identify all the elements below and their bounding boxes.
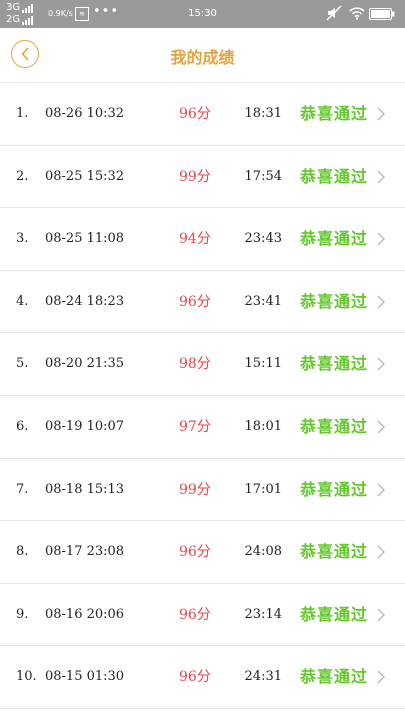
record-datetime: 08-15 01:30: [45, 669, 125, 685]
record-index: 5.: [16, 356, 29, 372]
record-datetime: 08-25 11:08: [45, 231, 125, 247]
record-index: 6.: [16, 418, 29, 434]
score-record[interactable]: 6. 08-19 10:07 97分 18:01 恭喜通过: [0, 396, 405, 459]
chevron-right-icon: [377, 545, 385, 559]
page-title: 我的成绩: [170, 48, 235, 67]
record-score: 98分: [179, 356, 211, 373]
record-index: 10.: [16, 669, 37, 685]
score-record[interactable]: 9. 08-16 20:06 96分 23:14 恭喜通过: [0, 584, 405, 647]
chevron-right-icon: [377, 483, 385, 497]
chevron-right-icon: [377, 295, 385, 309]
clock: 15:30: [188, 8, 217, 19]
chevron-right-icon: [377, 670, 385, 684]
record-index: 4.: [16, 293, 29, 309]
record-score: 97分: [179, 418, 211, 435]
record-duration: 24:31: [244, 669, 282, 685]
record-duration: 18:31: [244, 106, 282, 121]
record-datetime: 08-18 15:13: [45, 481, 125, 497]
record-datetime: 08-20 21:35: [45, 356, 125, 372]
record-duration: 18:01: [244, 418, 282, 434]
record-status: 恭喜通过: [300, 229, 369, 249]
record-duration: 17:54: [244, 168, 282, 184]
record-status: 恭喜通过: [300, 416, 369, 436]
score-record[interactable]: 5. 08-20 21:35 98分 15:11 恭喜通过: [0, 333, 405, 396]
record-score: 96分: [179, 106, 211, 122]
chevron-right-icon: [377, 232, 385, 246]
record-score: 99分: [179, 481, 211, 498]
score-record[interactable]: 1. 08-26 10:32 96分 18:31 恭喜通过: [0, 83, 405, 146]
battery-icon: [369, 8, 395, 20]
chevron-right-icon: [377, 608, 385, 622]
record-status: 恭喜通过: [300, 479, 369, 499]
record-status: 恭喜通过: [300, 166, 369, 186]
record-datetime: 08-24 18:23: [45, 293, 125, 309]
record-score: 99分: [179, 168, 211, 185]
chevron-right-icon: [377, 107, 385, 121]
record-datetime: 08-26 10:32: [45, 106, 125, 121]
score-record[interactable]: 8. 08-17 23:08 96分 24:08 恭喜通过: [0, 521, 405, 584]
record-datetime: 08-17 23:08: [45, 544, 125, 560]
app-header: 我的成绩: [0, 28, 405, 83]
record-index: 2.: [16, 168, 29, 184]
record-status: 恭喜通过: [300, 604, 369, 624]
record-duration: 24:08: [244, 544, 282, 560]
mute-icon: [326, 5, 342, 21]
record-status: 恭喜通过: [300, 667, 369, 687]
score-record[interactable]: 10. 08-15 01:30 96分 24:31 恭喜通过: [0, 646, 405, 709]
record-score: 94分: [179, 231, 211, 248]
score-record[interactable]: 2. 08-25 15:32 99分 17:54 恭喜通过: [0, 146, 405, 209]
record-index: 7.: [16, 481, 29, 497]
record-score: 96分: [179, 293, 211, 310]
record-duration: 15:11: [244, 356, 282, 372]
score-record[interactable]: 7. 08-18 15:13 99分 17:01 恭喜通过: [0, 459, 405, 522]
chevron-right-icon: [377, 170, 385, 184]
record-status: 恭喜通过: [300, 354, 369, 374]
score-list: 1. 08-26 10:32 96分 18:31 恭喜通过 2. 08-25 1…: [0, 83, 405, 709]
record-duration: 23:14: [244, 606, 282, 622]
record-index: 9.: [16, 606, 29, 622]
record-datetime: 08-25 15:32: [45, 168, 125, 184]
record-datetime: 08-19 10:07: [45, 418, 125, 434]
record-score: 96分: [179, 606, 211, 623]
record-status: 恭喜通过: [300, 104, 369, 123]
score-record[interactable]: 3. 08-25 11:08 94分 23:43 恭喜通过: [0, 208, 405, 271]
record-score: 96分: [179, 669, 211, 686]
record-status: 恭喜通过: [300, 542, 369, 562]
record-duration: 17:01: [244, 481, 282, 497]
chevron-right-icon: [377, 357, 385, 371]
record-index: 3.: [16, 231, 29, 247]
wifi-icon: [349, 7, 365, 20]
record-duration: 23:41: [244, 293, 282, 309]
record-duration: 23:43: [244, 231, 282, 247]
record-index: 8.: [16, 544, 29, 560]
chevron-right-icon: [377, 420, 385, 434]
status-bar: 3G 2G 0.9K/s ≋ ••• 15:30: [0, 0, 405, 28]
record-status: 恭喜通过: [300, 291, 369, 311]
record-datetime: 08-16 20:06: [45, 606, 125, 622]
record-index: 1.: [16, 106, 29, 121]
record-score: 96分: [179, 544, 211, 561]
score-record[interactable]: 4. 08-24 18:23 96分 23:41 恭喜通过: [0, 271, 405, 334]
